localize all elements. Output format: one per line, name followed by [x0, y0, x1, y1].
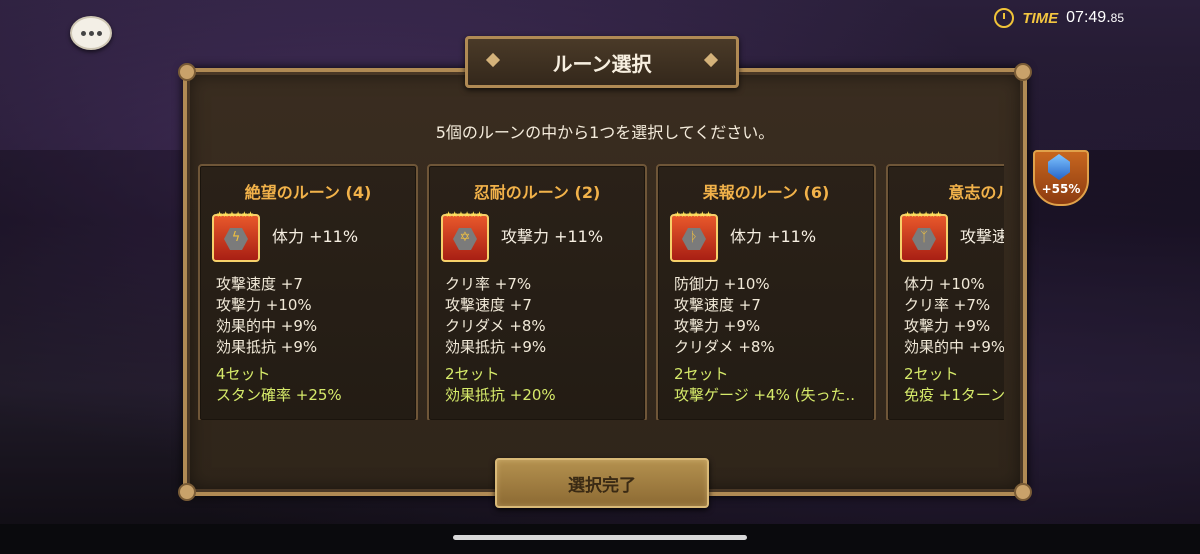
corner-rivet [178, 483, 196, 501]
diamond-ornament-icon [485, 52, 501, 68]
set-title: 4セット [216, 365, 271, 383]
blue-crystal-icon [1048, 154, 1070, 180]
rune-sub-stats: 体力 +10% クリ率 +7% 攻撃力 +9% 効果的中 +9% [904, 274, 1004, 358]
rune-sub-stats: 防御力 +10% 攻撃速度 +7 攻撃力 +9% クリダメ +8% [674, 274, 775, 358]
revenge-rune-symbol-icon: ᚦ [690, 230, 698, 245]
sub-stat: 体力 +10% [904, 275, 985, 293]
rune-name: 忍耐のルーン (2) [473, 183, 601, 202]
set-title: 2セット [904, 365, 959, 383]
rune-icon: ★★★★★★ ᛉ [900, 210, 948, 262]
set-title: 2セット [674, 365, 729, 383]
six-star-icon: ★★★★★★ [445, 210, 483, 219]
dialog-title-tab: ルーン選択 [465, 36, 739, 88]
sub-stat: クリダメ +8% [445, 317, 546, 335]
set-effect: スタン確率 +25% [216, 386, 342, 404]
diamond-ornament-icon [703, 52, 719, 68]
rune-main-stat: 体力 +11% [272, 227, 359, 246]
chat-dot [88, 30, 94, 36]
sub-stat: 攻撃速度 +7 [445, 296, 532, 314]
chat-dot [96, 30, 102, 36]
endure-rune-symbol-icon: ✡ [459, 230, 471, 245]
crystal-bonus-badge: +55% [1033, 150, 1089, 206]
dialog-instruction: 5個のルーンの中から1つを選択してください。 [435, 123, 775, 142]
sub-stat: クリダメ +8% [674, 338, 775, 356]
set-effect: 攻撃ゲージ +4% (失った.. [674, 386, 855, 404]
sub-stat: 攻撃速度 +7 [674, 296, 761, 314]
rune-set-bonus: 2セット 免疫 +1ターン [904, 364, 1004, 406]
sub-stat: 攻撃力 +10% [216, 296, 312, 314]
sub-stat: クリ率 +7% [445, 275, 532, 293]
timer-fraction: 85 [1110, 11, 1124, 25]
rune-card[interactable]: 絶望のルーン (4) ★★★★★★ ϟ 体力 +11% 攻撃速度 +7 攻撃力 … [198, 164, 418, 420]
rune-main-stat: 攻撃力 +11% [501, 227, 604, 246]
timer-label: TIME [1022, 9, 1059, 27]
dialog-title: ルーン選択 [552, 51, 652, 76]
bonus-percent: +55% [1041, 182, 1081, 196]
rune-card[interactable]: 意志のルーン ★★★★★★ ᛉ 攻撃速 体力 +10% クリ率 +7% 攻撃力 … [886, 164, 1004, 420]
rune-icon: ★★★★★★ ϟ [212, 210, 260, 262]
sub-stat: 効果的中 +9% [904, 338, 1004, 356]
rune-icon: ★★★★★★ ᚦ [670, 210, 718, 262]
sub-stat: 効果的中 +9% [216, 317, 318, 335]
sub-stat: 効果抵抗 +9% [216, 338, 318, 356]
rune-icon: ★★★★★★ ✡ [441, 210, 489, 262]
set-effect: 効果抵抗 +20% [445, 386, 556, 404]
rune-main-stat: 攻撃速 [960, 227, 1004, 246]
rune-name: 絶望のルーン (4) [244, 183, 372, 202]
set-effect: 免疫 +1ターン [904, 386, 1004, 404]
sub-stat: 防御力 +10% [674, 275, 770, 293]
rune-card[interactable]: 果報のルーン (6) ★★★★★★ ᚦ 体力 +11% 防御力 +10% 攻撃速… [656, 164, 876, 420]
sub-stat: 効果抵抗 +9% [445, 338, 547, 356]
home-indicator[interactable] [453, 535, 747, 540]
battle-timer: TIME 07:49.85 [994, 8, 1124, 28]
rune-sub-stats: 攻撃速度 +7 攻撃力 +10% 効果的中 +9% 効果抵抗 +9% [216, 274, 317, 358]
chat-dot [80, 30, 86, 36]
timer-main: 07:49. [1066, 9, 1111, 26]
rune-set-bonus: 4セット スタン確率 +25% [216, 364, 342, 406]
rune-sub-stats: クリ率 +7% 攻撃速度 +7 クリダメ +8% 効果抵抗 +9% [445, 274, 546, 358]
chat-icon[interactable] [70, 16, 112, 50]
will-rune-symbol-icon: ᛉ [920, 230, 928, 245]
six-star-icon: ★★★★★★ [904, 210, 942, 219]
rune-name: 果報のルーン (6) [702, 183, 830, 202]
rune-card-list[interactable]: 絶望のルーン (4) ★★★★★★ ϟ 体力 +11% 攻撃速度 +7 攻撃力 … [198, 164, 1004, 420]
corner-rivet [1014, 483, 1032, 501]
timer-value: 07:49.85 [1066, 9, 1124, 27]
alarm-clock-icon [994, 8, 1015, 28]
corner-rivet [178, 63, 196, 81]
six-star-icon: ★★★★★★ [674, 210, 712, 219]
rune-main-stat: 体力 +11% [730, 227, 817, 246]
sub-stat: クリ率 +7% [904, 296, 991, 314]
set-title: 2セット [445, 365, 500, 383]
confirm-selection-button[interactable]: 選択完了 [495, 458, 709, 508]
corner-rivet [1014, 63, 1032, 81]
sub-stat: 攻撃力 +9% [904, 317, 991, 335]
rune-set-bonus: 2セット 攻撃ゲージ +4% (失った.. [674, 364, 855, 406]
rune-card[interactable]: 忍耐のルーン (2) ★★★★★★ ✡ 攻撃力 +11% クリ率 +7% 攻撃速… [427, 164, 647, 420]
six-star-icon: ★★★★★★ [216, 210, 254, 219]
sub-stat: 攻撃力 +9% [674, 317, 761, 335]
sub-stat: 攻撃速度 +7 [216, 275, 303, 293]
despair-rune-symbol-icon: ϟ [231, 230, 241, 245]
rune-set-bonus: 2セット 効果抵抗 +20% [445, 364, 556, 406]
rune-name: 意志のルーン [948, 183, 1004, 202]
